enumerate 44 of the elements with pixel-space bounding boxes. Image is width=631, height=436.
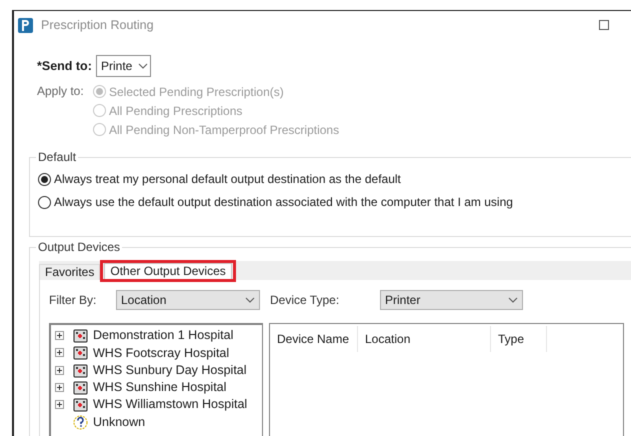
chevron-down-icon: [508, 297, 518, 303]
tree-item[interactable]: Unknown: [93, 412, 146, 432]
send-to-dropdown[interactable]: Printe: [96, 55, 151, 77]
maximize-icon[interactable]: [599, 20, 609, 30]
radio-button[interactable]: [38, 196, 51, 208]
hospital-icon: [73, 328, 88, 344]
column-header[interactable]: Device Name: [270, 326, 358, 352]
expand-icon[interactable]: [55, 400, 64, 410]
tree-item[interactable]: WHS Footscray Hospital: [93, 344, 230, 362]
option-label: All Pending Prescriptions: [109, 102, 242, 120]
hospital-icon: [73, 397, 88, 412]
expand-icon[interactable]: [55, 383, 64, 392]
radio-button[interactable]: [38, 172, 51, 186]
tree-item[interactable]: WHS Sunbury Day Hospital: [93, 360, 247, 380]
option-label: Always use the default output destination associated with the computer that I am using: [54, 194, 513, 211]
window-title: Prescription Routing: [41, 16, 154, 34]
field-label: Filter By:: [49, 292, 98, 309]
hospital-icon: [73, 362, 88, 378]
filter-dropdown[interactable]: Location: [116, 290, 260, 310]
field-label: Apply to:: [37, 83, 85, 100]
option-label: All Pending Non-Tamperproof Prescriptions: [109, 122, 340, 138]
field-label: *Send to:: [37, 58, 93, 75]
tree-item[interactable]: Demonstration 1 Hospital: [93, 326, 234, 346]
hospital-icon: [73, 345, 88, 360]
chevron-down-icon: [138, 63, 148, 69]
option-label: Selected Pending Prescription(s): [109, 84, 284, 100]
group-title: Default: [36, 150, 78, 164]
expand-icon[interactable]: [55, 366, 64, 375]
expand-icon[interactable]: [55, 348, 64, 358]
column-header[interactable]: Type: [491, 326, 547, 352]
option-label: Always treat my personal default output destination as the default: [54, 171, 401, 188]
field-label: Device Type:: [270, 292, 340, 309]
chevron-down-icon: [245, 297, 255, 303]
question-icon: [73, 414, 88, 430]
tab[interactable]: Favorites: [39, 264, 100, 280]
group-title: Output Devices: [36, 240, 122, 254]
tree-item[interactable]: WHS Williamstown Hospital: [93, 395, 248, 414]
expand-icon[interactable]: [55, 331, 64, 340]
hospital-icon: [73, 380, 88, 396]
app-icon: [18, 18, 33, 32]
tab[interactable]: Other Output Devices: [104, 263, 232, 279]
column-header[interactable]: Location: [358, 326, 491, 352]
tree-item[interactable]: WHS Sunshine Hospital: [93, 378, 226, 397]
device-type-dropdown[interactable]: Printer: [380, 290, 523, 310]
